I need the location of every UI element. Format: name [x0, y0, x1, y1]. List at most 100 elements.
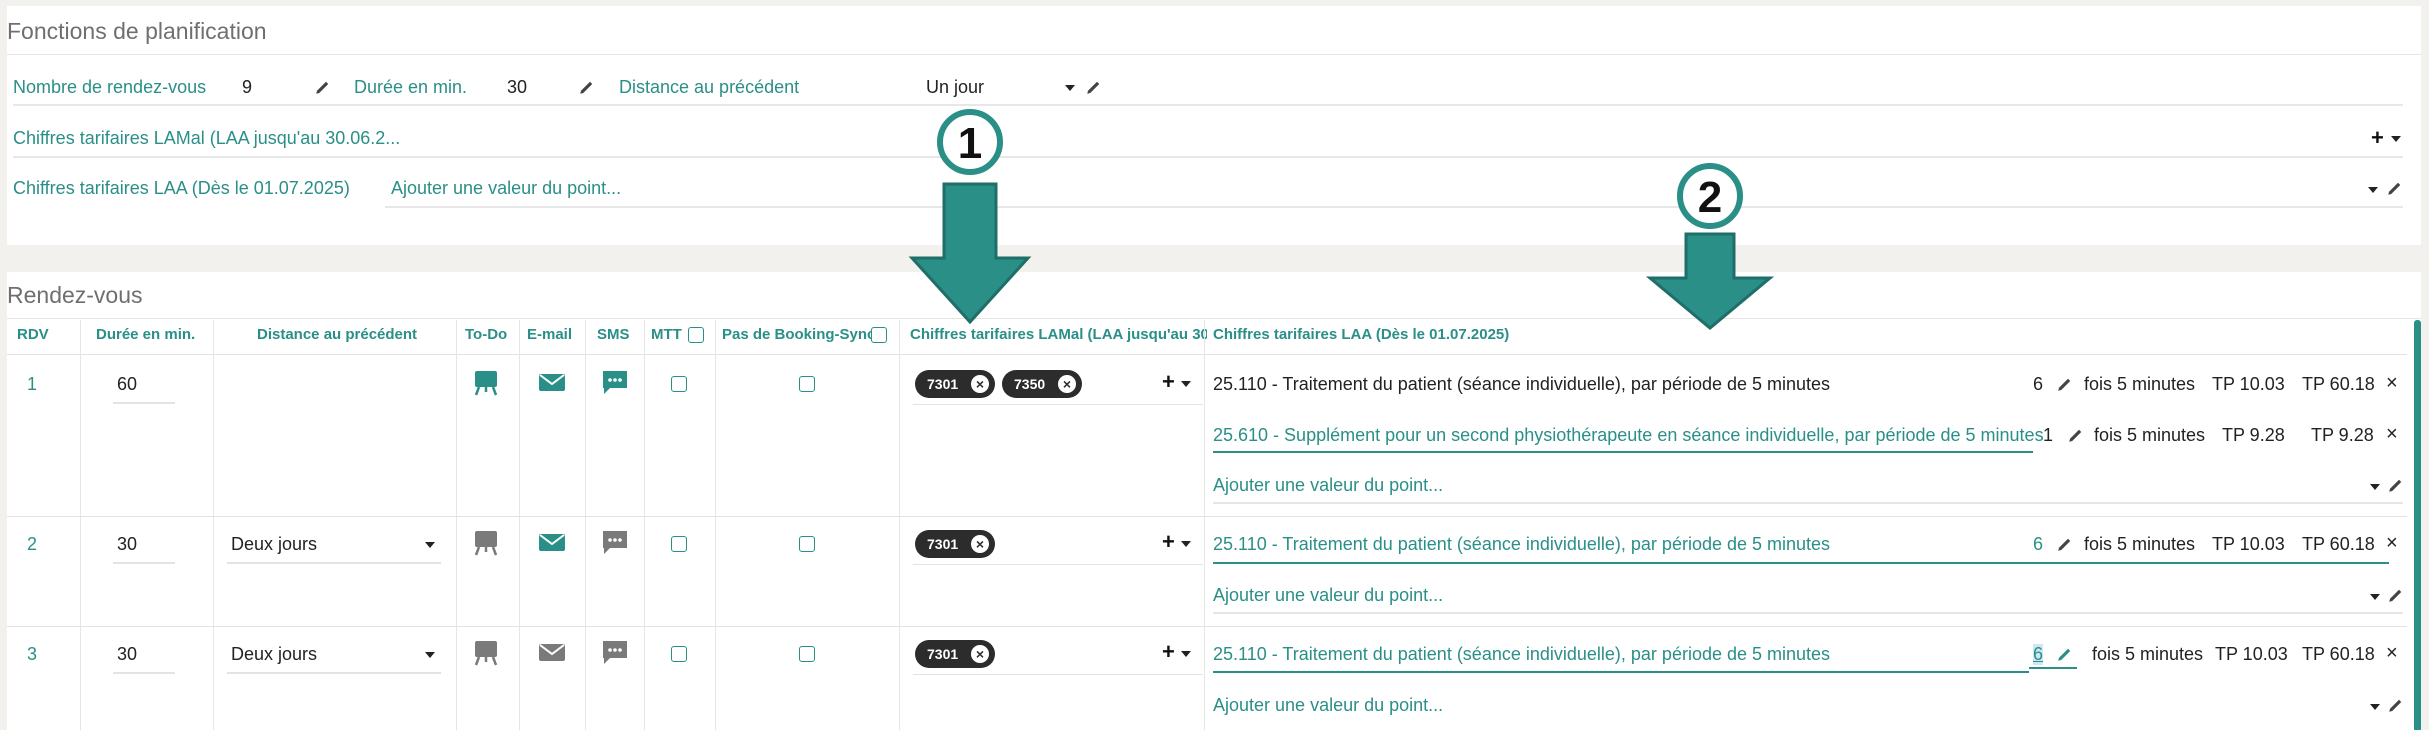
- easel-icon[interactable]: [471, 638, 501, 666]
- caret-down-icon[interactable]: [2391, 136, 2401, 142]
- pencil-icon[interactable]: [2387, 696, 2405, 714]
- plus-icon[interactable]: +: [1162, 641, 1175, 663]
- chat-bubble-icon[interactable]: [600, 368, 630, 396]
- laa-add-input[interactable]: Ajouter une valeur du point...: [1213, 585, 1443, 606]
- chat-bubble-icon[interactable]: [600, 528, 630, 556]
- duration-value[interactable]: 30: [507, 77, 527, 98]
- pencil-icon[interactable]: [2387, 476, 2405, 494]
- booking-sync-checkbox[interactable]: [799, 646, 815, 662]
- header-sms: SMS: [597, 326, 630, 343]
- plus-icon[interactable]: +: [2371, 127, 2384, 149]
- tariff-chip[interactable]: 7301 ×: [915, 370, 995, 398]
- envelope-icon[interactable]: [537, 368, 567, 396]
- mtt-checkbox[interactable]: [671, 646, 687, 662]
- duration-input[interactable]: 30: [113, 634, 175, 674]
- row-divider: [385, 206, 2403, 208]
- pencil-icon[interactable]: [578, 78, 596, 96]
- plus-icon[interactable]: +: [1162, 371, 1175, 393]
- tariff-quantity-focused[interactable]: 6: [2033, 644, 2044, 665]
- caret-down-icon[interactable]: [425, 542, 435, 548]
- pencil-icon[interactable]: [2056, 535, 2074, 553]
- tariff-chip[interactable]: 7350 ×: [1002, 370, 1082, 398]
- distance-select[interactable]: Un jour: [926, 77, 984, 98]
- caret-down-icon[interactable]: [1181, 651, 1191, 657]
- caret-down-icon[interactable]: [2368, 187, 2378, 193]
- mtt-checkbox[interactable]: [671, 536, 687, 552]
- pencil-icon[interactable]: [1085, 78, 1103, 96]
- caret-down-icon[interactable]: [2370, 594, 2380, 600]
- duration-input[interactable]: 60: [113, 364, 175, 404]
- tariff-unit: fois 5 minutes: [2094, 425, 2206, 445]
- row-divider: [13, 156, 2403, 158]
- tariff-unit: fois 5 minutes: [2084, 534, 2196, 554]
- booking-sync-checkbox[interactable]: [799, 536, 815, 552]
- mtt-select-all-checkbox[interactable]: [688, 327, 704, 343]
- distance-select[interactable]: Deux jours: [227, 634, 441, 674]
- laa-add-input[interactable]: Ajouter une valeur du point...: [1213, 695, 1443, 716]
- envelope-icon[interactable]: [537, 638, 567, 666]
- planning-title: Fonctions de planification: [7, 18, 267, 44]
- laa-add-input[interactable]: Ajouter une valeur du point...: [1213, 475, 1443, 496]
- tariff-chip[interactable]: 7301 ×: [915, 640, 995, 668]
- tariff-quantity[interactable]: 6: [2033, 534, 2043, 555]
- tariff-tp: TP 10.03: [2215, 644, 2288, 664]
- pencil-icon[interactable]: [2056, 375, 2074, 393]
- rdv-number[interactable]: 3: [27, 644, 37, 665]
- easel-icon[interactable]: [471, 528, 501, 556]
- close-icon[interactable]: ×: [2386, 532, 2398, 555]
- annotation-number-1: 1: [958, 119, 982, 168]
- header-distance: Distance au précédent: [257, 326, 418, 343]
- tariff-chip[interactable]: 7301 ×: [915, 530, 995, 558]
- distance-select[interactable]: Deux jours: [227, 524, 441, 564]
- close-icon[interactable]: ×: [971, 535, 989, 553]
- tariff-quantity[interactable]: 1: [2043, 425, 2053, 446]
- caret-down-icon[interactable]: [1181, 381, 1191, 387]
- tariff-total: TP 60.18: [2302, 644, 2375, 664]
- pencil-icon[interactable]: [314, 78, 332, 96]
- tariff-quantity[interactable]: 6: [2033, 374, 2043, 395]
- laa-label: Chiffres tarifaires LAA (Dès le 01.07.20…: [13, 178, 350, 198]
- close-icon[interactable]: ×: [1058, 375, 1076, 393]
- pencil-icon[interactable]: [2056, 645, 2074, 663]
- booking-sync-checkbox[interactable]: [799, 376, 815, 392]
- vertical-scrollbar[interactable]: [2414, 320, 2421, 730]
- laa-tariff-label[interactable]: 25.110 - Traitement du patient (séance i…: [1213, 534, 1830, 555]
- annotation-number-2: 2: [1698, 173, 1722, 222]
- booking-select-all-checkbox[interactable]: [871, 327, 887, 343]
- appointments-title: Rendez-vous: [7, 282, 143, 308]
- annotation-arrow-1: 1: [908, 109, 1032, 325]
- laa-tariff-label[interactable]: 25.110 - Traitement du patient (séance i…: [1213, 374, 1830, 395]
- envelope-icon[interactable]: [537, 528, 567, 556]
- duration-input[interactable]: 30: [113, 524, 175, 564]
- mtt-checkbox[interactable]: [671, 376, 687, 392]
- easel-icon[interactable]: [471, 368, 501, 396]
- pencil-icon[interactable]: [2387, 586, 2405, 604]
- header-booking: Pas de Booking-Sync: [722, 326, 876, 343]
- laa-add-input[interactable]: Ajouter une valeur du point...: [391, 178, 621, 199]
- tariff-tp: TP 10.03: [2212, 374, 2285, 394]
- close-icon[interactable]: ×: [971, 375, 989, 393]
- header-email: E-mail: [527, 326, 573, 343]
- plus-icon[interactable]: +: [1162, 531, 1175, 553]
- caret-down-icon[interactable]: [425, 652, 435, 658]
- close-icon[interactable]: ×: [971, 645, 989, 663]
- caret-down-icon[interactable]: [2370, 704, 2380, 710]
- rdv-number[interactable]: 2: [27, 534, 37, 555]
- pencil-icon[interactable]: [2386, 179, 2404, 197]
- rdv-number[interactable]: 1: [27, 374, 37, 395]
- appointments-count-value[interactable]: 9: [242, 77, 252, 98]
- tariff-unit: fois 5 minutes: [2092, 644, 2204, 664]
- chat-bubble-icon[interactable]: [600, 638, 630, 666]
- close-icon[interactable]: ×: [2386, 372, 2398, 395]
- caret-down-icon[interactable]: [2370, 484, 2380, 490]
- distance-label: Distance au précédent: [619, 77, 800, 97]
- laa-tariff-label[interactable]: 25.610 - Supplément pour un second physi…: [1213, 425, 2044, 446]
- close-icon[interactable]: ×: [2386, 642, 2398, 665]
- tariff-total: TP 60.18: [2302, 374, 2375, 394]
- caret-down-icon[interactable]: [1181, 541, 1191, 547]
- close-icon[interactable]: ×: [2386, 423, 2398, 446]
- header-laa: Chiffres tarifaires LAA (Dès le 01.07.20…: [1213, 326, 1510, 343]
- laa-tariff-label[interactable]: 25.110 - Traitement du patient (séance i…: [1213, 644, 1830, 665]
- pencil-icon[interactable]: [2067, 426, 2085, 444]
- caret-down-icon[interactable]: [1065, 85, 1075, 91]
